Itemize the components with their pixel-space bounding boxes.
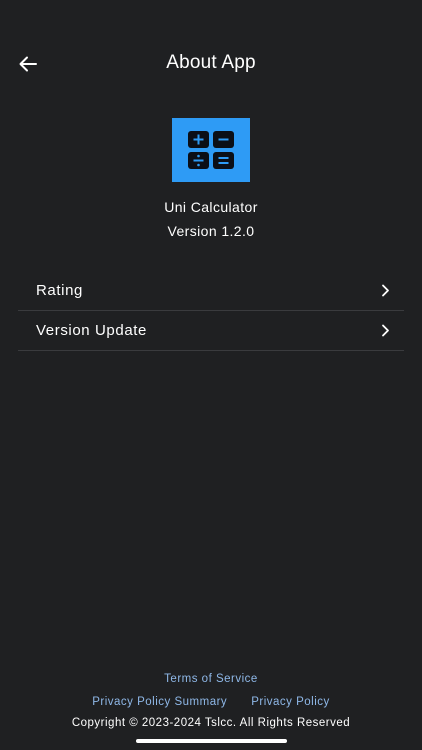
page-title: About App: [166, 52, 256, 73]
privacy-policy-link[interactable]: Privacy Policy: [251, 696, 330, 708]
settings-menu: Rating Version Update: [18, 271, 404, 351]
copyright-text: Copyright © 2023-2024 Tslcc. All Rights …: [71, 717, 351, 729]
terms-of-service-link[interactable]: Terms of Service: [0, 673, 422, 685]
app-logo: [172, 118, 250, 182]
home-indicator[interactable]: [136, 739, 287, 743]
menu-item-version-update[interactable]: Version Update: [18, 311, 404, 351]
app-version: Version 1.2.0: [167, 223, 255, 239]
menu-item-label: Rating: [36, 282, 83, 299]
privacy-policy-summary-link[interactable]: Privacy Policy Summary: [92, 696, 227, 708]
header: About App: [0, 44, 422, 84]
menu-item-label: Version Update: [36, 322, 147, 339]
about-app-screen: About App Uni Calculator Version 1.2.0 R…: [0, 0, 422, 750]
menu-item-rating[interactable]: Rating: [18, 271, 404, 311]
chevron-right-icon: [381, 324, 390, 337]
app-name: Uni Calculator: [164, 199, 258, 215]
privacy-links: Privacy Policy Summary Privacy Policy: [0, 696, 422, 708]
chevron-right-icon: [381, 284, 390, 297]
calculator-icon: [188, 131, 234, 169]
